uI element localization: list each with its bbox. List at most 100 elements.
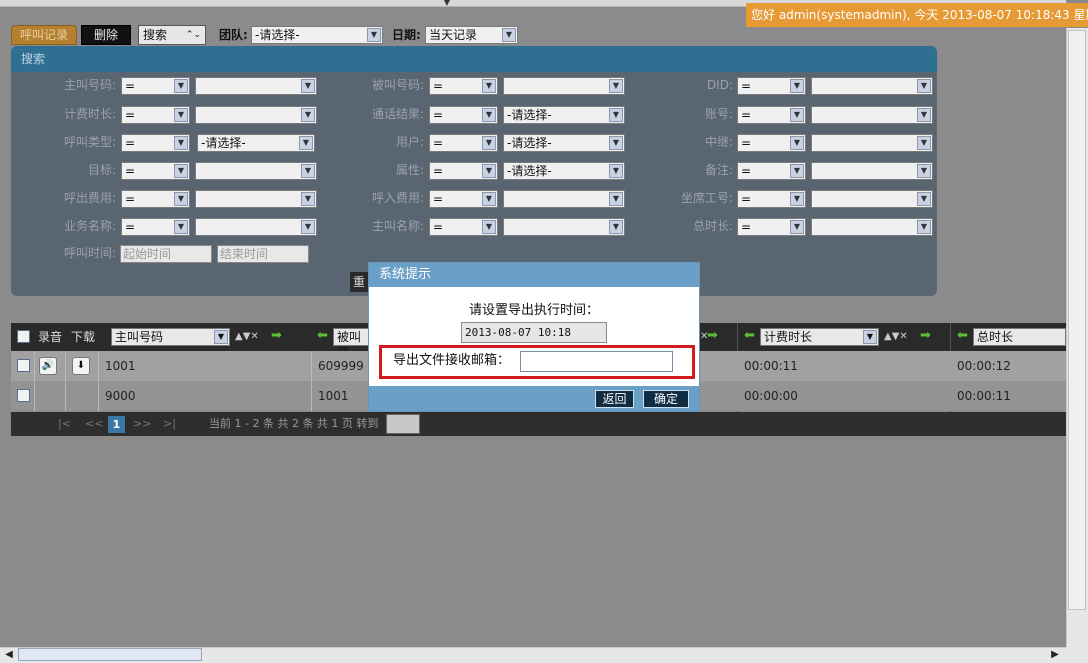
chevron-down-icon: ▼ — [609, 79, 623, 93]
caller-number-value[interactable]: ▼ — [195, 77, 317, 95]
caller-name-op[interactable]: = ▼ — [429, 218, 498, 236]
cell-caller: 9000 — [105, 389, 136, 403]
column-sort-remove-icons[interactable]: ▲▼✕ — [884, 323, 908, 351]
end-time-input[interactable]: 结束时间 — [217, 245, 309, 263]
select-all-checkbox[interactable] — [17, 330, 30, 343]
export-time-input[interactable]: 2013-08-07 10:18 — [461, 322, 607, 343]
chevron-down-icon: ▼ — [609, 220, 623, 234]
date-select[interactable]: 当天记录 ▼ — [425, 26, 518, 44]
chevron-down-icon: ▼ — [301, 164, 315, 178]
last-page-button[interactable]: >| — [163, 412, 176, 436]
col-callee-select[interactable]: 被叫号 — [333, 328, 369, 360]
business-name-op[interactable]: = ▼ — [121, 218, 190, 236]
inbound-fee-op[interactable]: = ▼ — [429, 190, 498, 208]
move-right-arrow-icon[interactable]: ➡ — [920, 322, 931, 350]
outbound-fee-value[interactable]: ▼ — [195, 190, 317, 208]
attribute-op[interactable]: = ▼ — [429, 162, 498, 180]
cell-total: 00:00:12 — [957, 359, 1011, 373]
call-result-select[interactable]: -请选择- ▼ — [503, 106, 625, 124]
col-divider — [34, 351, 35, 411]
chevron-down-icon: ▼ — [790, 220, 804, 234]
agent-id-op[interactable]: = ▼ — [737, 190, 806, 208]
col-caller-select[interactable]: 主叫号码 ▼ — [111, 328, 230, 346]
tab-call-records[interactable]: 呼叫记录 — [11, 25, 77, 45]
did-value[interactable]: ▼ — [811, 77, 933, 95]
user-op[interactable]: = ▼ — [429, 134, 498, 152]
call-result-op[interactable]: = ▼ — [429, 106, 498, 124]
cell-callee: 1001 — [318, 389, 349, 403]
row-checkbox[interactable] — [17, 389, 30, 402]
collapse-arrow-icon[interactable]: ▼ — [440, 0, 454, 7]
target-op[interactable]: = ▼ — [121, 162, 190, 180]
chevron-down-icon: ▼ — [482, 220, 496, 234]
callee-number-value[interactable]: ▼ — [503, 77, 625, 95]
expand-collapse-icon: ⌃⌄ — [185, 30, 201, 40]
play-recording-icon[interactable]: 🔊 — [39, 357, 57, 375]
chevron-down-icon: ▼ — [917, 108, 931, 122]
email-input[interactable] — [520, 351, 673, 372]
user-select[interactable]: -请选择- ▼ — [503, 134, 625, 152]
billing-duration-value[interactable]: ▼ — [195, 106, 317, 124]
remark-label: 备注: — [704, 163, 733, 177]
chevron-down-icon: ▼ — [790, 164, 804, 178]
did-op[interactable]: = ▼ — [737, 77, 806, 95]
first-page-button[interactable]: |< — [58, 412, 71, 436]
row-checkbox[interactable] — [17, 359, 30, 372]
horizontal-scroll-thumb[interactable] — [18, 648, 202, 661]
col-billing-select[interactable]: 计费时长 ▼ — [760, 328, 879, 346]
scroll-right-arrow-icon[interactable]: ▶ — [1048, 647, 1062, 663]
vertical-scroll-thumb[interactable] — [1068, 30, 1086, 610]
move-right-arrow-icon[interactable]: ➡ — [707, 322, 718, 350]
pager-summary: 当前 1 - 2 条 共 2 条 共 1 页 转到 — [209, 417, 379, 430]
inbound-fee-value[interactable]: ▼ — [503, 190, 625, 208]
col-divider — [65, 351, 66, 411]
call-type-op[interactable]: = ▼ — [121, 134, 190, 152]
chevron-down-icon: ▼ — [174, 220, 188, 234]
attribute-select[interactable]: -请选择- ▼ — [503, 162, 625, 180]
remark-op[interactable]: = ▼ — [737, 162, 806, 180]
scroll-left-arrow-icon[interactable]: ◀ — [2, 647, 16, 663]
business-name-value[interactable]: ▼ — [195, 218, 317, 236]
outbound-fee-op[interactable]: = ▼ — [121, 190, 190, 208]
move-left-arrow-icon[interactable]: ⬅ — [957, 322, 968, 350]
team-select[interactable]: -请选择- ▼ — [251, 26, 383, 44]
agent-id-value[interactable]: ▼ — [811, 190, 933, 208]
total-duration-value[interactable]: ▼ — [811, 218, 933, 236]
goto-page-input[interactable] — [386, 414, 420, 434]
remark-value[interactable]: ▼ — [811, 162, 933, 180]
total-duration-op[interactable]: = ▼ — [737, 218, 806, 236]
trunk-value[interactable]: ▼ — [811, 134, 933, 152]
account-value[interactable]: ▼ — [811, 106, 933, 124]
target-value[interactable]: ▼ — [195, 162, 317, 180]
move-left-arrow-icon[interactable]: ⬅ — [744, 322, 755, 350]
cell-billing: 00:00:00 — [744, 389, 798, 403]
next-page-button[interactable]: >> — [133, 412, 151, 436]
current-page[interactable]: 1 — [108, 416, 125, 433]
chevron-down-icon: ▼ — [174, 164, 188, 178]
account-op[interactable]: = ▼ — [737, 106, 806, 124]
column-sort-remove-icons[interactable]: ▲▼✕ — [235, 323, 259, 351]
target-label: 目标: — [87, 163, 116, 177]
reset-button[interactable]: 重 — [350, 272, 368, 292]
account-label: 账号: — [704, 107, 733, 121]
agent-id-label: 坐席工号: — [680, 191, 733, 205]
call-type-select[interactable]: -请选择- ▼ — [197, 134, 315, 152]
back-button[interactable]: 返回 — [595, 390, 634, 408]
delete-button[interactable]: 删除 — [81, 25, 131, 45]
move-right-arrow-icon[interactable]: ➡ — [271, 322, 282, 350]
chevron-down-icon: ▼ — [609, 192, 623, 206]
team-label: 团队: — [219, 28, 248, 42]
start-time-input[interactable]: 起始时间 — [120, 245, 212, 263]
download-arrow-icon[interactable]: ⬇ — [72, 357, 90, 375]
move-left-arrow-icon[interactable]: ⬅ — [317, 322, 328, 350]
confirm-button[interactable]: 确定 — [643, 390, 689, 408]
billing-duration-op[interactable]: = ▼ — [121, 106, 190, 124]
chevron-down-icon: ▼ — [482, 164, 496, 178]
search-toggle-button[interactable]: 搜索 ⌃⌄ — [138, 25, 206, 45]
prev-page-button[interactable]: << — [85, 412, 103, 436]
caller-number-op[interactable]: = ▼ — [121, 77, 190, 95]
trunk-op[interactable]: = ▼ — [737, 134, 806, 152]
caller-name-value[interactable]: ▼ — [503, 218, 625, 236]
callee-number-op[interactable]: = ▼ — [429, 77, 498, 95]
col-total-select[interactable]: 总时长 — [973, 328, 1066, 346]
